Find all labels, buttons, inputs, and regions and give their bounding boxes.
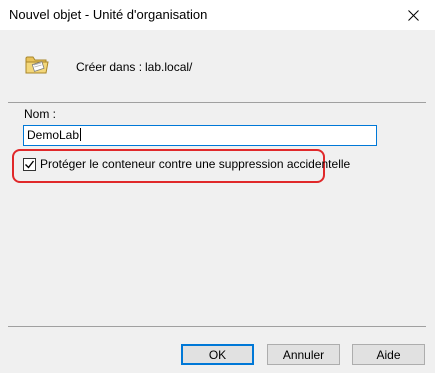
- button-bar: OK Annuler Aide: [0, 327, 435, 373]
- create-in-path: lab.local/: [145, 60, 193, 74]
- ok-button[interactable]: OK: [181, 344, 254, 365]
- dialog-body: Créer dans : lab.local/ Nom : DemoLab Pr…: [0, 30, 435, 327]
- name-label: Nom :: [24, 107, 57, 121]
- cancel-button[interactable]: Annuler: [267, 344, 340, 365]
- separator: [8, 102, 426, 103]
- title-bar: Nouvel objet - Unité d'organisation: [0, 0, 435, 30]
- text-caret: [80, 128, 82, 141]
- create-in-label: Créer dans :: [76, 60, 143, 74]
- window-title: Nouvel objet - Unité d'organisation: [9, 7, 208, 22]
- protect-checkbox-label[interactable]: Protéger le conteneur contre une suppres…: [40, 157, 350, 171]
- check-icon: [25, 160, 35, 169]
- close-button[interactable]: [391, 0, 435, 30]
- close-icon: [407, 9, 419, 21]
- name-input-value: DemoLab: [27, 128, 80, 142]
- help-button[interactable]: Aide: [352, 344, 425, 365]
- protect-checkbox[interactable]: [23, 158, 36, 171]
- folder-ou-icon: [25, 56, 49, 74]
- name-input[interactable]: DemoLab: [23, 125, 377, 146]
